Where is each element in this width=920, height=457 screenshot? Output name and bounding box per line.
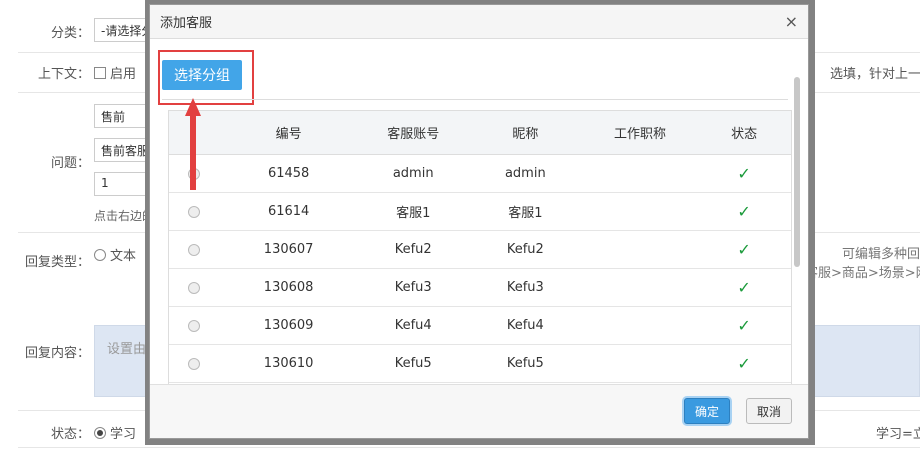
cell-nickname: admin (504, 166, 546, 181)
cell-account: 客服1 (396, 206, 431, 221)
check-icon: ✓ (737, 354, 751, 373)
reply-type-hint: 可编辑多种回 (842, 247, 920, 262)
status-label: 状态： (50, 427, 90, 442)
cell-account: admin (392, 166, 434, 181)
table-row[interactable]: 130609 Kefu4 Kefu4 ✓ (169, 307, 791, 345)
row-radio[interactable] (187, 243, 200, 256)
cell-nickname: Kefu3 (506, 280, 544, 295)
cell-id: 61614 (267, 204, 310, 219)
radio-icon (94, 248, 106, 261)
cell-account: Kefu4 (394, 318, 432, 333)
row-radio[interactable] (187, 319, 200, 332)
status-hint: 学习=立 (876, 427, 920, 442)
reply-type-text-radio[interactable]: 文本 (94, 245, 136, 264)
table-row[interactable]: 61614 客服1 客服1 ✓ (169, 193, 791, 231)
row-select-cell (169, 243, 219, 256)
reply-content-label: 回复内容： (24, 346, 90, 361)
context-label: 上下文： (37, 67, 90, 82)
choose-group-button[interactable]: 选择分组 (162, 60, 242, 90)
row-radio[interactable] (187, 205, 200, 218)
column-header-nickname: 昵称 (512, 127, 539, 142)
confirm-button[interactable]: 确定 (684, 398, 730, 424)
status-option-label: 学习 (110, 427, 137, 442)
divider (162, 99, 788, 100)
table-header: 编号 客服账号 昵称 工作职称 状态 (169, 111, 791, 155)
dialog-footer: 确定 取消 (150, 384, 808, 438)
cell-nickname: 客服1 (508, 206, 543, 221)
check-icon: ✓ (737, 202, 751, 221)
cell-nickname: Kefu2 (506, 242, 544, 257)
table-row[interactable]: 61458 admin admin ✓ (169, 155, 791, 193)
dialog-header: 添加客服 × (150, 5, 808, 39)
table-row[interactable]: 130607 Kefu2 Kefu2 ✓ (169, 231, 791, 269)
divider (18, 447, 920, 448)
radio-icon (94, 426, 106, 439)
context-checkbox[interactable]: 启用 (94, 63, 136, 82)
cancel-button[interactable]: 取消 (746, 398, 792, 424)
scrollbar[interactable] (794, 77, 800, 267)
row-select-cell (169, 319, 219, 332)
cell-id: 130610 (263, 356, 314, 371)
arrow-up-icon (185, 98, 201, 190)
cell-id: 130609 (263, 318, 314, 333)
cell-account: Kefu2 (394, 242, 432, 257)
check-icon: ✓ (737, 164, 751, 183)
modal-overlay-frame: 添加客服 × 选择分组 编号 客服账号 昵称 工作职称 状态 61458 adm… (145, 0, 815, 445)
cell-id: 61458 (267, 166, 310, 181)
cell-account: Kefu5 (394, 356, 432, 371)
row-select-cell (169, 281, 219, 294)
agent-table: 编号 客服账号 昵称 工作职称 状态 61458 admin admin ✓ 6 (168, 110, 792, 400)
reply-type-hint-path: 客服>商品>场景>网 (805, 266, 920, 281)
table-row[interactable]: 130610 Kefu5 Kefu5 ✓ (169, 345, 791, 383)
cell-nickname: Kefu5 (506, 356, 544, 371)
check-icon: ✓ (737, 240, 751, 259)
reply-type-label: 回复类型： (24, 255, 90, 270)
question-label: 问题： (50, 156, 90, 171)
context-hint: 选填，针对上一 (830, 67, 920, 82)
table-row[interactable]: 130608 Kefu3 Kefu3 ✓ (169, 269, 791, 307)
cell-account: Kefu3 (394, 280, 432, 295)
row-select-cell (169, 205, 219, 218)
row-radio[interactable] (187, 281, 200, 294)
cell-id: 130608 (263, 280, 314, 295)
column-header-status: 状态 (731, 127, 758, 142)
status-learn-radio[interactable]: 学习 (94, 423, 136, 442)
category-label: 分类： (50, 26, 90, 41)
dialog-title: 添加客服 (160, 16, 213, 31)
close-icon[interactable]: × (785, 12, 798, 31)
dialog-body: 选择分组 编号 客服账号 昵称 工作职称 状态 61458 admin admi… (150, 40, 808, 400)
context-option-label: 启用 (110, 67, 137, 82)
check-icon: ✓ (737, 316, 751, 335)
column-header-id: 编号 (275, 127, 302, 142)
cell-id: 130607 (263, 242, 314, 257)
check-icon: ✓ (737, 278, 751, 297)
column-header-job-title: 工作职称 (613, 127, 666, 142)
checkbox-icon (94, 66, 106, 79)
row-radio[interactable] (187, 357, 200, 370)
add-agent-dialog: 添加客服 × 选择分组 编号 客服账号 昵称 工作职称 状态 61458 adm… (149, 4, 809, 439)
row-select-cell (169, 357, 219, 370)
cell-nickname: Kefu4 (506, 318, 544, 333)
column-header-account: 客服账号 (387, 127, 440, 142)
reply-type-option-label: 文本 (110, 249, 137, 264)
